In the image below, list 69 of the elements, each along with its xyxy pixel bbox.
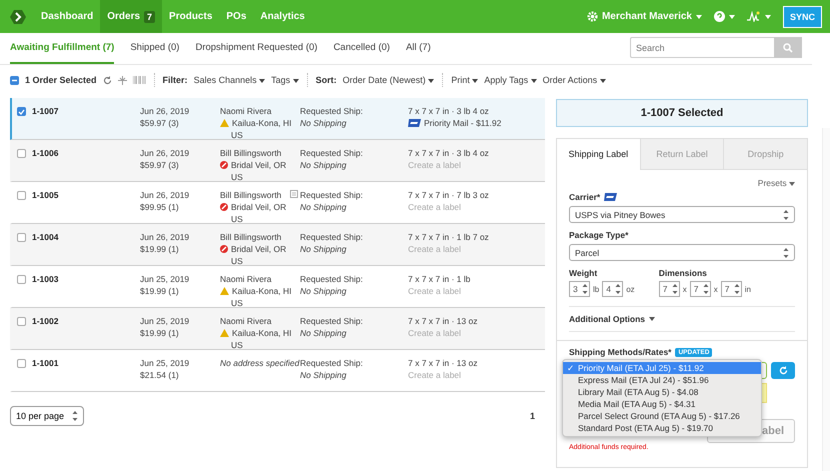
weight-label: Weight [569, 268, 598, 278]
ship-method: No Shipping [300, 327, 346, 339]
order-date: Jun 25, 2019 [140, 315, 190, 327]
ship-request-label: Requested Ship: [300, 105, 363, 117]
customer-name: Naomi Rivera [220, 273, 272, 285]
customer-city: Bridal Veil, OR [220, 201, 286, 213]
ship-request-label: Requested Ship: [300, 273, 363, 285]
order-total: $59.97 (3) [140, 117, 179, 129]
customer-name: Naomi Rivera [220, 105, 272, 117]
order-total: $19.99 (1) [140, 327, 179, 339]
ship-request-label: Requested Ship: [300, 189, 363, 201]
customer-city: Bridal Veil, OR [220, 243, 286, 255]
dimensions-label: Dimensions [658, 268, 708, 278]
sort-label: Sort: [316, 75, 337, 85]
customer-country: US [230, 213, 243, 225]
order-total: $59.97 (3) [140, 159, 179, 171]
dimension-unit: in [744, 284, 751, 294]
dimension-unit: x [682, 284, 687, 294]
selection-count: 1 Order Selected [25, 75, 97, 85]
count-badge: 7 [144, 10, 156, 22]
package-dimensions: 7 x 7 x 7 in · 13 oz [408, 315, 478, 327]
ounces-unit: oz [626, 284, 635, 294]
customer-name: Bill Billingsworth [220, 231, 282, 243]
ship-method: No Shipping [300, 159, 346, 171]
ship-method: No Shipping [300, 369, 346, 381]
label-rate: Priority Mail - $11.92 [408, 117, 502, 129]
order-total: $19.99 (1) [140, 243, 179, 255]
customer-country: US [230, 297, 243, 309]
order-date: Jun 26, 2019 [140, 147, 190, 159]
customer-country: US [230, 129, 243, 141]
ship-request-label: Requested Ship: [300, 231, 363, 243]
pounds-unit: lb [593, 284, 600, 294]
order-date: Jun 26, 2019 [140, 189, 190, 201]
package-dimensions: 7 x 7 x 7 in · 13 oz [408, 357, 478, 369]
ship-method: No Shipping [300, 243, 346, 255]
package-dimensions: 7 x 7 x 7 in · 1 lb 7 oz [408, 231, 489, 243]
customer-country: US [230, 339, 243, 351]
package-dimensions: 7 x 7 x 7 in · 1 lb [408, 273, 470, 285]
ship-request-label: Requested Ship: [300, 147, 363, 159]
selection-header: 1-1007 Selected [556, 99, 808, 127]
order-total: $21.54 (1) [140, 369, 179, 381]
dimension-unit: x [714, 284, 718, 294]
customer-name: Bill Billingsworth [220, 147, 282, 159]
customer-name: Bill Billingsworth [220, 189, 282, 201]
order-date: Jun 26, 2019 [140, 105, 190, 117]
order-total: $99.95 (1) [140, 201, 179, 213]
ship-method: No Shipping [300, 117, 346, 129]
ship-request-label: Requested Ship: [300, 315, 363, 327]
order-date: Jun 26, 2019 [140, 231, 190, 243]
customer-country: US [230, 255, 243, 267]
package-dimensions: 7 x 7 x 7 in · 3 lb 4 oz [408, 105, 489, 117]
package-dimensions: 7 x 7 x 7 in · 7 lb 3 oz [408, 189, 489, 201]
filter-label: Filter: [162, 75, 188, 85]
ship-request-label: Requested Ship: [300, 357, 363, 369]
order-date: Jun 25, 2019 [140, 357, 190, 369]
ship-method: No Shipping [300, 285, 346, 297]
customer-country: US [230, 171, 243, 183]
carrier-label: Carrier* [569, 192, 795, 202]
customer-city: Kailua-Kona, HI [220, 327, 292, 339]
ship-method: No Shipping [300, 201, 346, 213]
customer-city: Kailua-Kona, HI [220, 117, 292, 129]
order-total: $19.99 (1) [140, 285, 179, 297]
customer-city: Bridal Veil, OR [220, 159, 286, 171]
order-date: Jun 25, 2019 [140, 273, 190, 285]
customer-name: Naomi Rivera [220, 315, 272, 327]
customer-city: Kailua-Kona, HI [220, 285, 292, 297]
package-type-label: Package Type* [569, 230, 630, 240]
customer-address: No address specified [220, 357, 300, 369]
package-dimensions: 7 x 7 x 7 in · 3 lb 4 oz [408, 147, 489, 159]
